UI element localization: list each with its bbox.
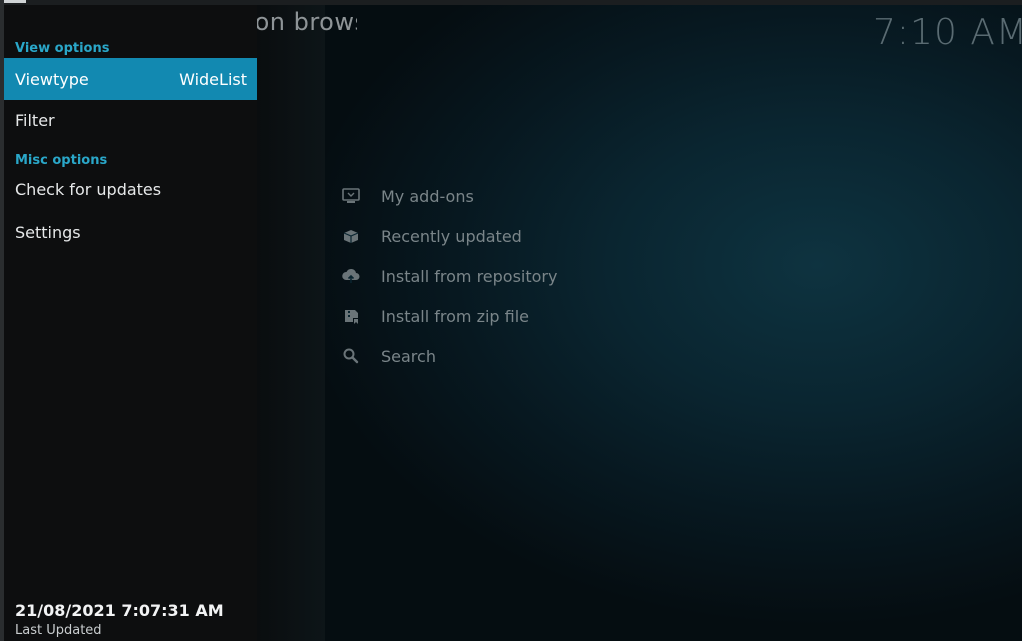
addon-menu: My add-ons Recently updated Install from…: [340, 176, 700, 376]
page-title: Add-on browser: [257, 8, 357, 36]
addon-item-label: Install from zip file: [381, 306, 530, 326]
check-for-updates-label: Check for updates: [15, 179, 162, 199]
misc-options-header: Misc options: [15, 153, 108, 168]
viewtype-label: Viewtype: [15, 69, 89, 89]
addon-item-label: Search: [381, 346, 436, 366]
addon-item-label: My add-ons: [381, 186, 474, 206]
side-options-panel: View options Viewtype WideList Filter Mi…: [4, 5, 257, 641]
filter-option[interactable]: Filter: [4, 99, 257, 141]
cloud-upload-icon: [340, 265, 362, 287]
zip-file-icon: [340, 305, 362, 327]
addon-item-search[interactable]: Search: [340, 336, 700, 376]
addon-item-my-addons[interactable]: My add-ons: [340, 176, 700, 216]
addon-item-install-from-repository[interactable]: Install from repository: [340, 256, 700, 296]
clock: 7:10 AM: [873, 12, 1022, 53]
filter-label: Filter: [15, 110, 55, 130]
addon-item-recently-updated[interactable]: Recently updated: [340, 216, 700, 256]
check-for-updates-option[interactable]: Check for updates: [4, 168, 257, 210]
addon-item-label: Install from repository: [381, 266, 558, 286]
settings-label: Settings: [15, 222, 81, 242]
last-updated-label: Last Updated: [15, 623, 102, 638]
addon-item-label: Recently updated: [381, 226, 522, 246]
addon-item-install-from-zip[interactable]: Install from zip file: [340, 296, 700, 336]
monitor-box-icon: [340, 185, 362, 207]
last-updated-value: 21/08/2021 7:07:31 AM: [15, 601, 224, 620]
viewtype-option[interactable]: Viewtype WideList: [4, 58, 257, 100]
view-options-header: View options: [15, 41, 110, 56]
content-left-shade: [257, 5, 325, 641]
viewtype-value: WideList: [179, 69, 247, 89]
open-box-icon: [340, 225, 362, 247]
kodi-window: Add-on browser 7:10 AM My add-ons Recent…: [0, 0, 1022, 641]
window-indicator: [4, 0, 26, 3]
page-title-text: Add-on browser: [257, 8, 357, 36]
search-icon: [340, 345, 362, 367]
settings-option[interactable]: Settings: [4, 211, 257, 253]
